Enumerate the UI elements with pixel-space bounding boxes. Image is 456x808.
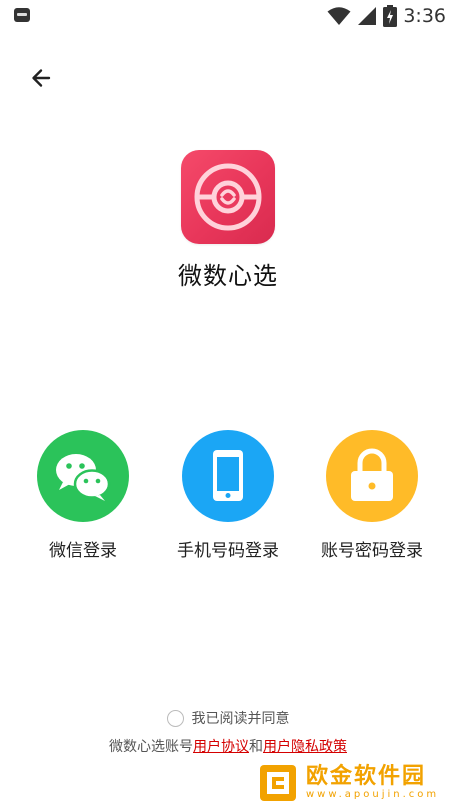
- password-login-circle: [326, 430, 418, 522]
- app-logo-icon: [194, 163, 262, 231]
- agreement-checkbox-label: 我已阅读并同意: [191, 711, 290, 727]
- arrow-left-icon: [32, 69, 51, 87]
- watermark-title: 欧金软件园: [306, 764, 427, 789]
- phone-login-circle: [182, 430, 274, 522]
- wifi-icon: [327, 7, 351, 25]
- watermark-logo: [258, 763, 298, 803]
- watermark: 欧金软件园 www.apoujin.com: [258, 760, 454, 806]
- terms-conjunction: 和: [249, 739, 263, 755]
- privacy-policy-link[interactable]: 用户隐私政策: [263, 739, 347, 755]
- notification-icon: [14, 8, 30, 22]
- password-login-label: 账号密码登录: [321, 541, 423, 561]
- battery-charging-icon: [383, 5, 398, 27]
- app-logo: [181, 150, 275, 244]
- status-bar-right: 3:36: [327, 4, 446, 28]
- user-agreement-link[interactable]: 用户协议: [193, 739, 249, 755]
- password-login-button[interactable]: 账号密码登录: [297, 430, 447, 561]
- wechat-login-circle: [37, 430, 129, 522]
- watermark-logo-icon: [260, 765, 296, 801]
- status-bar: 3:36: [0, 0, 456, 32]
- signal-icon: [358, 7, 377, 25]
- lock-icon: [351, 448, 393, 501]
- back-button[interactable]: [28, 64, 56, 92]
- agreement-section: 我已阅读并同意 微数心选账号用户协议和用户隐私政策: [0, 708, 456, 756]
- status-time: 3:36: [403, 5, 446, 27]
- terms-prefix: 微数心选账号: [109, 739, 193, 755]
- agreement-checkbox[interactable]: [166, 709, 184, 727]
- agreement-checkbox-row: 我已阅读并同意: [0, 708, 456, 728]
- agreement-terms: 微数心选账号用户协议和用户隐私政策: [0, 736, 456, 756]
- wechat-login-label: 微信登录: [49, 541, 117, 561]
- phone-login-label: 手机号码登录: [177, 541, 279, 561]
- phone-login-button[interactable]: 手机号码登录: [153, 430, 303, 561]
- phone-icon: [213, 450, 243, 501]
- app-name: 微数心选: [178, 262, 278, 290]
- watermark-text: 欧金软件园 www.apoujin.com: [306, 765, 439, 801]
- wechat-icon: [56, 454, 111, 501]
- watermark-url: www.apoujin.com: [306, 789, 440, 800]
- wechat-login-button[interactable]: 微信登录: [8, 430, 158, 561]
